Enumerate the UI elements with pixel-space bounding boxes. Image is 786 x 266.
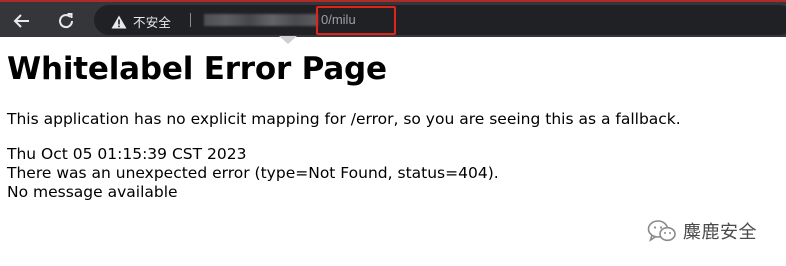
security-indicator[interactable]: 不安全 xyxy=(111,12,171,31)
security-label: 不安全 xyxy=(133,15,172,30)
page-title: Whitelabel Error Page xyxy=(7,51,387,87)
url-highlight-annotation xyxy=(316,6,396,35)
error-detail: No message available xyxy=(7,183,178,201)
tooltip-caret xyxy=(279,36,297,44)
omnibox-divider xyxy=(190,13,191,27)
error-page: Whitelabel Error Page This application h… xyxy=(7,46,777,202)
redacted-host xyxy=(204,14,318,26)
warning-icon xyxy=(111,15,127,28)
wechat-icon xyxy=(647,220,676,242)
back-button[interactable] xyxy=(8,8,34,34)
reload-button[interactable] xyxy=(53,8,79,34)
watermark-text: 麋鹿安全 xyxy=(683,222,757,243)
back-arrow-icon xyxy=(13,14,29,28)
error-timestamp: Thu Oct 05 01:15:39 CST 2023 xyxy=(7,145,247,163)
watermark: 麋鹿安全 xyxy=(647,218,757,244)
reload-icon xyxy=(59,13,74,29)
error-line: There was an unexpected error (type=Not … xyxy=(7,164,499,182)
browser-toolbar: 不安全 0/milu xyxy=(0,0,786,37)
address-bar[interactable]: 不安全 0/milu xyxy=(94,5,786,35)
fallback-message: This application has no explicit mapping… xyxy=(7,110,681,128)
